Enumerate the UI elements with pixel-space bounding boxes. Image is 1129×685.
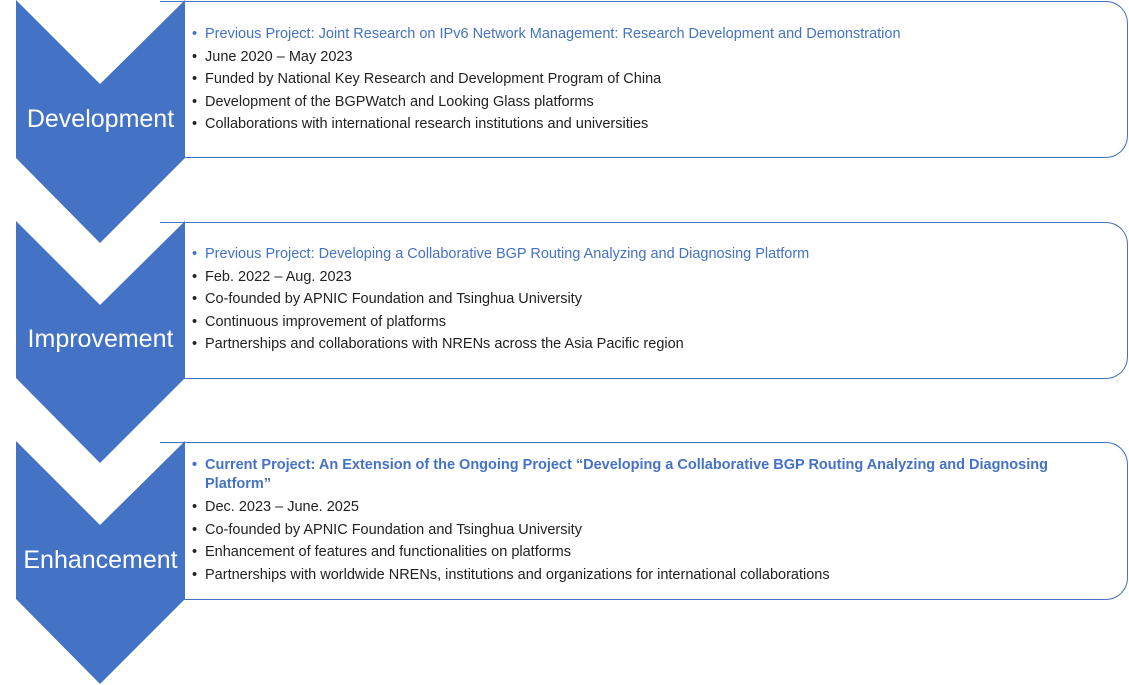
timeline-diagram: Previous Project: Joint Research on IPv6… [0, 0, 1129, 685]
stage-label-improvement: Improvement [27, 325, 174, 353]
stage-label-development: Development [26, 105, 175, 133]
stage-label-enhancement: Enhancement [23, 546, 178, 574]
